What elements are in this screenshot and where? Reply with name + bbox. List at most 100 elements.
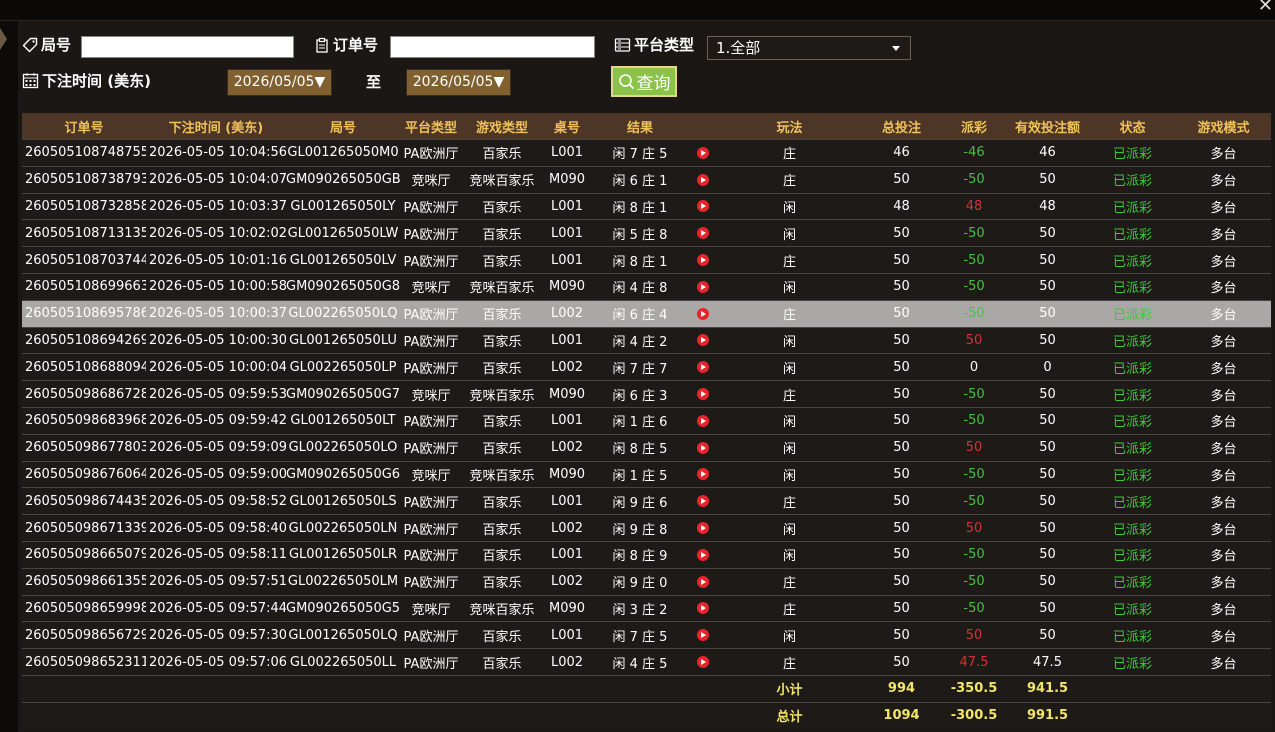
play-video-icon[interactable] <box>697 468 709 481</box>
order-input[interactable] <box>390 36 595 58</box>
col-bet-time[interactable]: 下注时间 (美东) <box>146 113 286 140</box>
cell-bet-time: 2026-05-05 10:01:16 <box>146 246 286 274</box>
cell-table-no: L001 <box>542 540 592 569</box>
cell-game-mode: 多台 <box>1176 326 1271 354</box>
table-row[interactable]: 260505098674435 2026-05-05 09:58:52 GL0012… <box>22 487 1271 515</box>
play-video-icon[interactable] <box>697 200 709 213</box>
play-video-icon[interactable] <box>697 414 709 427</box>
table-row[interactable]: 260505098665079 2026-05-05 09:58:11 GL0012… <box>22 540 1271 569</box>
cell-round-no: GL001265050LR <box>286 540 400 569</box>
cell-round-no: GM090265050G5 <box>286 594 400 622</box>
table-row[interactable]: 260505098656729 2026-05-05 09:57:30 GL0012… <box>22 621 1271 649</box>
cell-order-no: 260505108703744 <box>22 246 146 274</box>
table-row[interactable]: 260505108703744 2026-05-05 10:01:16 GL0012… <box>22 246 1271 274</box>
play-video-icon[interactable] <box>697 548 709 561</box>
table-row[interactable]: 260505108694269 2026-05-05 10:00:30 GL0012… <box>22 326 1271 354</box>
cell-status: 已派彩 <box>1089 514 1176 542</box>
play-video-icon[interactable] <box>697 334 709 347</box>
cell-bet-time: 2026-05-05 09:58:11 <box>146 540 286 569</box>
table-row[interactable]: 260505098677803 2026-05-05 09:59:09 GL0022… <box>22 433 1271 462</box>
platform-select[interactable]: 1.全部 <box>707 36 911 60</box>
table-row[interactable]: 260505108732858 2026-05-05 10:03:37 GL0012… <box>22 192 1271 220</box>
play-video-icon[interactable] <box>697 441 709 454</box>
table-row[interactable]: 260505098661355 2026-05-05 09:57:51 GL0022… <box>22 567 1271 596</box>
cell-total-bet: 50 <box>861 406 942 435</box>
play-video-icon[interactable] <box>697 254 709 267</box>
cell-round-no: GL001265050LQ <box>286 621 400 649</box>
cell-replay <box>688 540 718 569</box>
close-icon[interactable]: ✕ <box>1258 0 1273 16</box>
table-row[interactable]: 260505098671339 2026-05-05 09:58:40 GL0022… <box>22 514 1271 542</box>
play-video-icon[interactable] <box>697 656 709 669</box>
play-video-icon[interactable] <box>697 575 709 588</box>
cell-order-no: 260505108713135 <box>22 219 146 247</box>
play-video-icon[interactable] <box>697 495 709 508</box>
cell-game-type: 竞咪百家乐 <box>462 380 542 408</box>
date-to-picker[interactable]: 2026/05/05▼ <box>406 69 511 96</box>
table-row[interactable]: 260505098676064 2026-05-05 09:59:00 GM0902… <box>22 460 1271 488</box>
cell-bet-time: 2026-05-05 09:59:00 <box>146 460 286 488</box>
col-payout[interactable]: 派彩 <box>942 113 1006 140</box>
col-table-no[interactable]: 桌号 <box>542 113 592 140</box>
cell-platform: 竞咪厅 <box>400 594 462 622</box>
cell-game-type: 百家乐 <box>462 514 542 542</box>
cell-valid-bet: 50 <box>1006 299 1089 328</box>
cell-bet-time: 2026-05-05 09:57:51 <box>146 567 286 596</box>
play-video-icon[interactable] <box>697 361 709 374</box>
play-video-icon[interactable] <box>697 173 709 186</box>
cell-total-bet: 50 <box>861 353 942 381</box>
collapse-handle[interactable] <box>0 28 7 50</box>
table-row[interactable]: 260505108748755 2026-05-05 10:04:56 GL0012… <box>22 139 1271 167</box>
table-row[interactable]: 260505098686728 2026-05-05 09:59:53 GM0902… <box>22 380 1271 408</box>
cell-replay <box>688 460 718 488</box>
table-row[interactable]: 260505098659998 2026-05-05 09:57:44 GM0902… <box>22 594 1271 622</box>
play-video-icon[interactable] <box>697 388 709 401</box>
subtotal-valid: 941.5 <box>1006 674 1089 703</box>
cell-status: 已派彩 <box>1089 219 1176 247</box>
col-status[interactable]: 状态 <box>1089 113 1176 140</box>
cell-status: 已派彩 <box>1089 380 1176 408</box>
date-from-picker[interactable]: 2026/05/05▼ <box>227 69 332 96</box>
cell-table-no: L002 <box>542 433 592 462</box>
cell-order-no: 260505108732858 <box>22 192 146 220</box>
cell-bet-type: 庄 <box>718 567 861 596</box>
col-valid-bet[interactable]: 有效投注额 <box>1006 113 1089 140</box>
cell-round-no: GL001265050LU <box>286 326 400 354</box>
server-icon <box>614 37 631 52</box>
table-row[interactable]: 260505108695786 2026-05-05 10:00:37 GL0022… <box>22 299 1271 328</box>
play-video-icon[interactable] <box>697 629 709 642</box>
to-label: 至 <box>366 73 382 91</box>
table-row[interactable]: 260505108738793 2026-05-05 10:04:07 GM0902… <box>22 165 1271 194</box>
col-game-mode[interactable]: 游戏模式 <box>1176 113 1271 140</box>
cell-game-type: 百家乐 <box>462 353 542 381</box>
col-total-bet[interactable]: 总投注 <box>861 113 942 140</box>
cell-status: 已派彩 <box>1089 246 1176 274</box>
query-button[interactable]: 查询 <box>611 66 677 97</box>
col-platform[interactable]: 平台类型 <box>400 113 462 140</box>
order-filter-label: 订单号 <box>314 34 378 55</box>
cell-status: 已派彩 <box>1089 648 1176 676</box>
table-row[interactable]: 260505108713135 2026-05-05 10:02:02 GL0012… <box>22 219 1271 247</box>
col-bet-type[interactable]: 玩法 <box>718 113 861 140</box>
col-order-no[interactable]: 订单号 <box>22 113 146 140</box>
cell-valid-bet: 50 <box>1006 272 1089 301</box>
cell-payout: -50 <box>942 487 1006 515</box>
col-game-type[interactable]: 游戏类型 <box>462 113 542 140</box>
play-video-icon[interactable] <box>697 602 709 615</box>
round-input[interactable] <box>81 36 294 58</box>
cell-game-mode: 多台 <box>1176 433 1271 462</box>
table-row[interactable]: 260505108688094 2026-05-05 10:00:04 GL0022… <box>22 353 1271 381</box>
table-row[interactable]: 260505108699663 2026-05-05 10:00:58 GM0902… <box>22 272 1271 301</box>
play-video-icon[interactable] <box>697 307 709 320</box>
play-video-icon[interactable] <box>697 146 709 159</box>
cell-replay <box>688 353 718 381</box>
col-round-no[interactable]: 局号 <box>286 113 400 140</box>
cell-bet-time: 2026-05-05 09:59:42 <box>146 406 286 435</box>
play-video-icon[interactable] <box>697 280 709 293</box>
cell-bet-type: 闲 <box>718 272 861 301</box>
play-video-icon[interactable] <box>697 522 709 535</box>
table-row[interactable]: 260505098652311 2026-05-05 09:57:06 GL0022… <box>22 648 1271 676</box>
play-video-icon[interactable] <box>697 227 709 240</box>
table-row[interactable]: 260505098683968 2026-05-05 09:59:42 GL0012… <box>22 406 1271 435</box>
col-result[interactable]: 结果 <box>592 113 688 140</box>
